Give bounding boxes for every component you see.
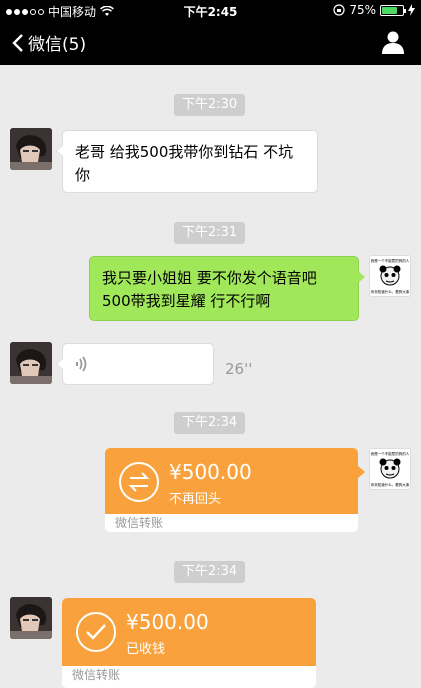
transfer-footer: 微信转账 (72, 668, 121, 682)
avatar[interactable] (10, 128, 52, 170)
meme-caption-bottom: 你未知道什么，看狗大事 (371, 289, 410, 294)
timestamp-2: 下午2:31 (174, 222, 246, 244)
message-bubble-received[interactable]: 老哥 给我500我带你到钻石 不坑你 (56, 130, 318, 193)
avatar[interactable] (10, 342, 52, 384)
back-button[interactable]: 微信(5) (12, 30, 86, 55)
rotation-lock-icon (333, 4, 345, 16)
meme-caption-top: 我是一个不能惹的狗的人 (371, 451, 410, 456)
chevron-left-icon (12, 33, 23, 52)
transfer-card-received[interactable]: ¥500.00 已收钱 微信转账 (62, 598, 316, 688)
status-bar: 中国移动 下午2:45 75% (0, 0, 421, 20)
friend-avatar-image (10, 128, 52, 170)
battery-icon (380, 4, 406, 16)
voice-message-bubble[interactable] (56, 343, 214, 385)
message-text: 老哥 给我500我带你到钻石 不坑你 (75, 143, 294, 184)
transfer-amount: ¥500.00 (126, 610, 209, 634)
meme-avatar-image: 我是一个不能惹的狗的人 你未知道什么，看狗大事 (370, 449, 410, 489)
friend-avatar-image (10, 597, 52, 639)
back-label: 微信(5) (28, 35, 87, 55)
voice-duration: 26'' (225, 360, 253, 378)
profile-icon[interactable] (381, 30, 405, 54)
transfer-icon (119, 462, 159, 502)
transfer-amount: ¥500.00 (169, 460, 252, 484)
voice-wave-icon (76, 356, 87, 372)
my-avatar[interactable]: 我是一个不能惹的狗的人 你未知道什么，看狗大事 (369, 255, 411, 297)
meme-avatar-image: 我是一个不能惹的狗的人 你未知道什么，看狗大事 (370, 256, 410, 296)
meme-caption-bottom: 你未知道什么，看狗大事 (371, 482, 410, 487)
transfer-footer: 微信转账 (115, 516, 164, 530)
timestamp-1: 下午2:30 (174, 94, 246, 116)
transfer-card-sent[interactable]: ¥500.00 不再回头 微信转账 (105, 448, 365, 532)
friend-avatar-image (10, 342, 52, 384)
timestamp-4: 下午2:34 (174, 561, 246, 583)
nav-bar: 微信(5) (0, 20, 421, 65)
my-avatar[interactable]: 我是一个不能惹的狗的人 你未知道什么，看狗大事 (369, 448, 411, 490)
check-icon (76, 612, 116, 652)
timestamp-3: 下午2:34 (174, 412, 246, 434)
message-bubble-sent[interactable]: 我只要小姐姐 要不你发个语音吧 500带我到星耀 行不行啊 (89, 256, 365, 321)
avatar[interactable] (10, 597, 52, 639)
meme-caption-top: 我是一个不能惹的狗的人 (371, 258, 410, 263)
transfer-note: 不再回头 (169, 492, 222, 507)
message-text: 我只要小姐姐 要不你发个语音吧 500带我到星耀 行不行啊 (102, 269, 317, 310)
charging-icon (408, 4, 415, 16)
battery-percent: 75% (349, 3, 376, 17)
transfer-status: 已收钱 (126, 642, 166, 657)
